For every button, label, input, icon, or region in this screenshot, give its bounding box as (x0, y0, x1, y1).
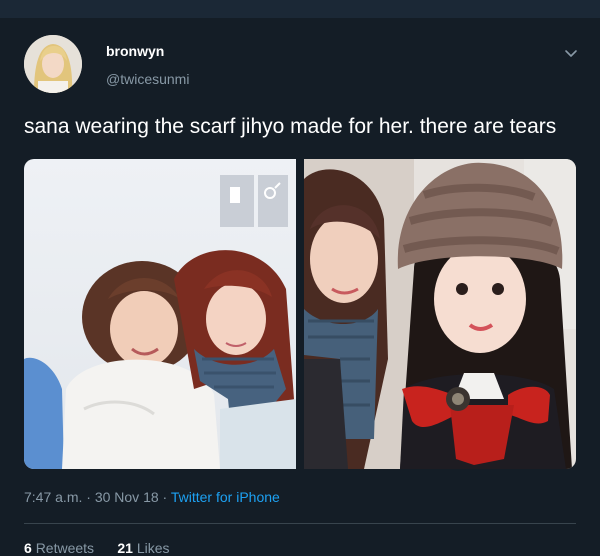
tweet-meta: 7:47 a.m. · 30 Nov 18 · Twitter for iPho… (24, 489, 280, 505)
author-handle[interactable]: @twicesunmi (106, 71, 189, 87)
divider (24, 523, 576, 524)
author-name[interactable]: bronwyn (106, 43, 164, 59)
tweet-stats: 6 Retweets 21 Likes (24, 540, 170, 556)
likes-count: 21 (117, 540, 133, 556)
tweet-photo-right[interactable] (304, 159, 576, 469)
retweets-stat[interactable]: 6 Retweets (24, 540, 94, 556)
retweets-label: Retweets (35, 540, 95, 556)
tweet: bronwyn @twicesunmi sana wearing the sca… (0, 18, 600, 556)
top-bar (0, 0, 600, 18)
tweet-source-link[interactable]: Twitter for iPhone (171, 489, 280, 505)
meta-separator: · (162, 489, 168, 505)
tweet-time[interactable]: 7:47 a.m. (24, 489, 82, 505)
likes-stat[interactable]: 21 Likes (117, 540, 169, 556)
tweet-photo-left[interactable] (24, 159, 296, 469)
avatar[interactable] (24, 35, 82, 93)
retweets-count: 6 (24, 540, 32, 556)
meta-separator: · (86, 489, 91, 505)
tweet-date[interactable]: 30 Nov 18 (95, 489, 159, 505)
chevron-down-icon[interactable] (562, 44, 580, 62)
likes-label: Likes (136, 540, 170, 556)
tweet-text: sana wearing the scarf jihyo made for he… (24, 115, 557, 138)
